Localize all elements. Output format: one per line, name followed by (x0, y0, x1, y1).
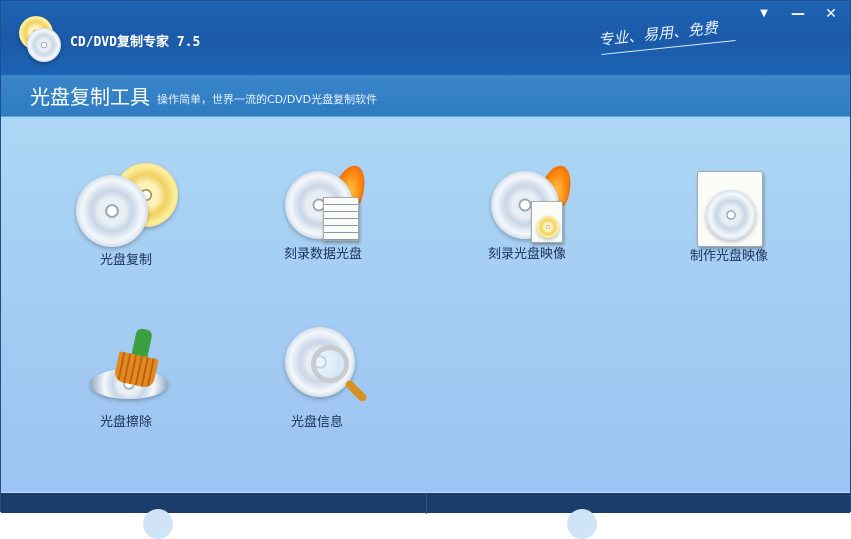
tool-create-disc-image[interactable]: 制作光盘映像 (649, 167, 809, 264)
app-window: CD/DVD复制专家 7.5 专业、易用、免费 ▼ — ✕ 光盘复制工具 操作简… (0, 0, 851, 539)
menu-button[interactable]: ▼ (751, 5, 777, 23)
app-logo-icon (15, 16, 61, 62)
bottom-button-left[interactable] (143, 509, 173, 539)
slogan: 专业、易用、免费 (597, 18, 719, 50)
create-disc-image-icon (679, 167, 779, 251)
tool-label: 光盘信息 (290, 415, 343, 430)
page-title: 光盘复制工具 (30, 85, 150, 109)
tool-label: 光盘复制 (99, 253, 152, 268)
disc-copy-icon (76, 163, 178, 247)
disc-info-icon (267, 325, 369, 409)
header-bar: 光盘复制工具 操作简单，世界一流的CD/DVD光盘复制软件 (1, 75, 850, 117)
burn-disc-image-icon (477, 161, 578, 247)
app-title: CD/DVD复制专家 7.5 (70, 35, 201, 50)
minimize-button[interactable]: — (785, 5, 811, 23)
disc-erase-icon (76, 325, 176, 409)
page-description: 操作简单，世界一流的CD/DVD光盘复制软件 (157, 93, 378, 106)
tool-burn-data-disc[interactable]: 刻录数据光盘 (243, 161, 403, 262)
bottom-button-right[interactable] (567, 509, 597, 539)
tool-label: 光盘擦除 (99, 415, 152, 430)
tool-disc-erase[interactable]: 光盘擦除 (46, 325, 206, 430)
divider (426, 493, 427, 514)
close-button[interactable]: ✕ (818, 5, 844, 23)
title-bar: CD/DVD复制专家 7.5 专业、易用、免费 ▼ — ✕ (1, 1, 850, 75)
tool-burn-disc-image[interactable]: 刻录光盘映像 (447, 161, 607, 262)
tool-disc-info[interactable]: 光盘信息 (237, 325, 397, 430)
tool-disc-copy[interactable]: 光盘复制 (46, 163, 206, 268)
burn-data-disc-icon (273, 161, 373, 247)
bottom-bar (1, 492, 850, 539)
